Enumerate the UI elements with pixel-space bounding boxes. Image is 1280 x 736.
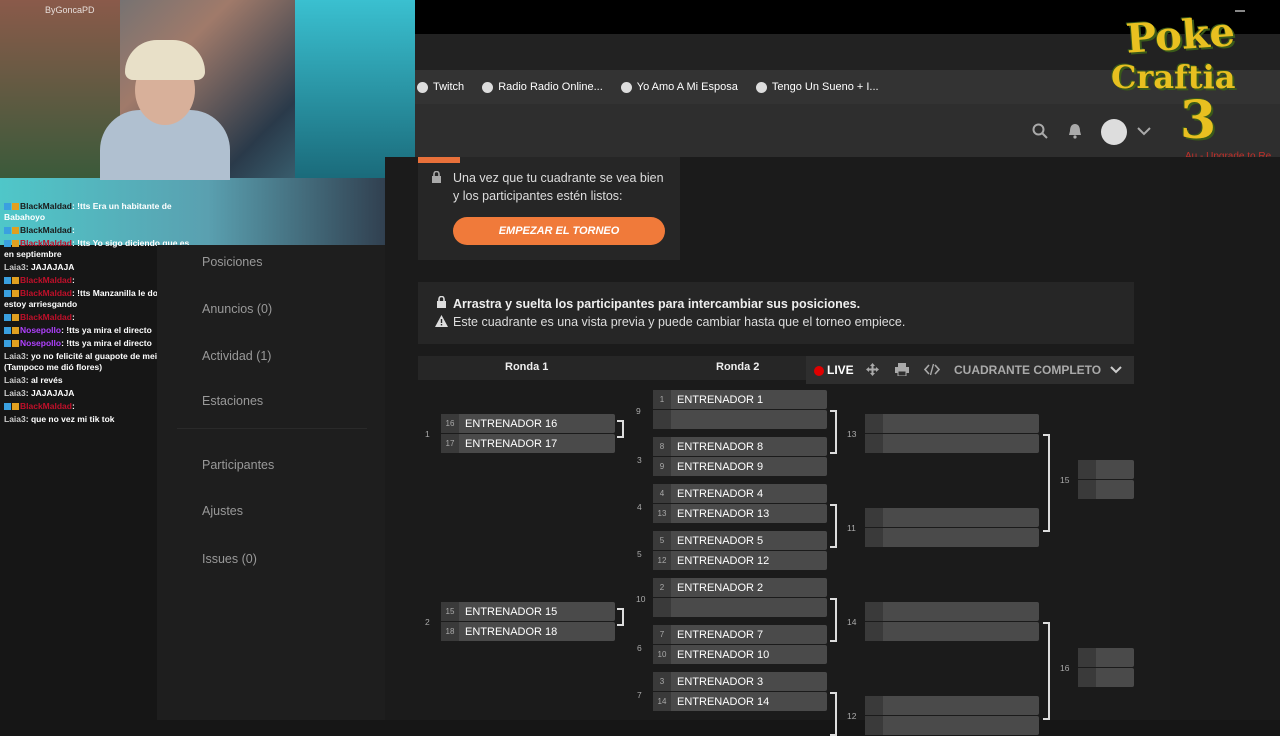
round-1-label: Ronda 1 xyxy=(505,361,549,373)
chat-message: BlackMaldad: !tts Era un habitante de Ba… xyxy=(0,200,205,224)
chat-username: BlackMaldad xyxy=(20,312,72,322)
poke-craftia-logo: Poke Craftia 3 xyxy=(1108,8,1278,157)
bookmark-item[interactable]: Yo Amo A Mi Esposa xyxy=(620,81,738,93)
sidebar-item-participantes[interactable]: Participantes xyxy=(202,458,274,472)
chat-username: Laia3 xyxy=(4,351,26,361)
sidebar-item-issues[interactable]: Issues (0) xyxy=(202,552,257,566)
chat-badge-icon xyxy=(4,203,11,211)
bell-icon[interactable] xyxy=(1067,123,1083,139)
warning-icon xyxy=(435,315,448,327)
start-tournament-button[interactable]: EMPEZAR EL TORNEO xyxy=(453,217,665,245)
bookmark-label: Tengo Un Sueno + I... xyxy=(771,81,879,93)
chat-text: : xyxy=(71,275,75,285)
chat-text: : que no vez mi tik tok xyxy=(25,414,115,424)
chat-badge-icon xyxy=(12,227,19,235)
search-icon[interactable] xyxy=(1032,123,1048,139)
chat-badge-icon xyxy=(12,314,19,322)
logo-line-1: Poke xyxy=(1124,8,1237,63)
chat-username: BlackMaldad xyxy=(20,238,72,248)
sidebar-item-ajustes[interactable]: Ajustes xyxy=(202,504,243,518)
chat-badge-icon xyxy=(4,290,11,298)
chat-badge-icon xyxy=(12,327,19,335)
notice-text: Una vez que tu cuadrante se vea bien y l… xyxy=(453,171,664,203)
chat-badge-icon xyxy=(4,403,11,411)
live-label[interactable]: LIVE xyxy=(827,363,854,377)
chat-text: : xyxy=(71,401,75,411)
chat-badge-icon xyxy=(12,340,19,348)
chat-text: : !tts ya mira el directo xyxy=(61,325,152,335)
chat-username: Laia3 xyxy=(4,388,26,398)
chat-badge-icon xyxy=(4,327,11,335)
chat-text: : xyxy=(71,312,75,322)
logo-line-2: Craftia xyxy=(1111,58,1236,96)
chat-text: : !tts ya mira el directo xyxy=(61,338,152,348)
bookmark-item[interactable]: Tengo Un Sueno + I... xyxy=(755,81,879,93)
bookmark-label: Twitch xyxy=(433,81,465,93)
round-2-label: Ronda 2 xyxy=(716,361,760,373)
live-dot-icon xyxy=(814,366,824,376)
full-bracket-dropdown[interactable]: CUADRANTE COMPLETO xyxy=(954,363,1101,377)
chat-badge-icon xyxy=(12,277,19,285)
chat-username: BlackMaldad xyxy=(20,225,72,235)
logo-line-3: 3 xyxy=(1180,90,1217,151)
chat-text: : JAJAJAJA xyxy=(25,388,75,398)
chat-badge-icon xyxy=(4,340,11,348)
bookmark-icon xyxy=(482,81,494,93)
embed-code-icon[interactable] xyxy=(924,363,940,376)
chat-badge-icon xyxy=(4,277,11,285)
bookmark-item[interactable]: Radio Radio Online... xyxy=(482,81,603,93)
streamer-handle: ByGoncaPD xyxy=(45,5,95,15)
bracket-actions: LIVE CUADRANTE COMPLETO xyxy=(806,356,1134,384)
webcam-shelf xyxy=(295,0,415,180)
chat-badge-icon xyxy=(12,403,19,411)
streamer-hair xyxy=(125,40,205,80)
chat-badge-icon xyxy=(4,240,11,248)
bookmark-icon xyxy=(620,81,632,93)
chat-text: : JAJAJAJA xyxy=(25,262,75,272)
bookmark-label: Radio Radio Online... xyxy=(498,81,603,93)
chat-message: BlackMaldad: xyxy=(0,224,205,237)
info-line-2: Este cuadrante es una vista previa y pue… xyxy=(453,315,906,329)
notice-accent xyxy=(418,157,460,163)
chat-username: Laia3 xyxy=(4,414,26,424)
sidebar-item-estaciones[interactable]: Estaciones xyxy=(202,394,263,408)
print-icon[interactable] xyxy=(895,363,909,376)
lock-icon xyxy=(432,171,441,183)
sidebar-item-anuncios[interactable]: Anuncios (0) xyxy=(202,302,272,316)
lock-icon xyxy=(437,296,446,308)
chat-username: Laia3 xyxy=(4,262,26,272)
chat-badge-icon xyxy=(12,203,19,211)
info-box: Arrastra y suelta los participantes para… xyxy=(418,282,1134,344)
sidebar: Posiciones Anuncios (0) Actividad (1) Es… xyxy=(157,245,385,720)
bookmark-item[interactable]: Twitch xyxy=(417,81,464,93)
bracket-toolbar: Ronda 1 Ronda 2 LIVE CUADRANTE COMPLETO xyxy=(418,356,1134,384)
right-pane xyxy=(1170,157,1280,720)
chat-username: BlackMaldad xyxy=(20,275,72,285)
sidebar-item-actividad[interactable]: Actividad (1) xyxy=(202,349,271,363)
bookmark-icon xyxy=(417,81,428,93)
chat-badge-icon xyxy=(4,314,11,322)
move-icon[interactable] xyxy=(866,363,879,376)
bookmark-label: Yo Amo A Mi Esposa xyxy=(636,81,738,93)
sidebar-divider xyxy=(177,428,367,429)
chat-badge-icon xyxy=(12,240,19,248)
bookmark-icon xyxy=(755,81,767,93)
chat-badge-icon xyxy=(12,290,19,298)
chat-username: BlackMaldad xyxy=(20,288,72,298)
sidebar-item-posiciones[interactable]: Posiciones xyxy=(202,255,262,269)
chat-username: BlackMaldad xyxy=(20,201,72,211)
chat-badge-icon xyxy=(4,227,11,235)
chat-username: Laia3 xyxy=(4,375,26,385)
chat-text: : al revés xyxy=(25,375,63,385)
chevron-down-icon[interactable] xyxy=(1110,366,1122,374)
chat-username: Nosepollo xyxy=(20,325,62,335)
chat-text: : xyxy=(71,225,75,235)
chat-username: BlackMaldad xyxy=(20,401,72,411)
info-line-1: Arrastra y suelta los participantes para… xyxy=(453,297,861,311)
chat-username: Nosepollo xyxy=(20,338,62,348)
